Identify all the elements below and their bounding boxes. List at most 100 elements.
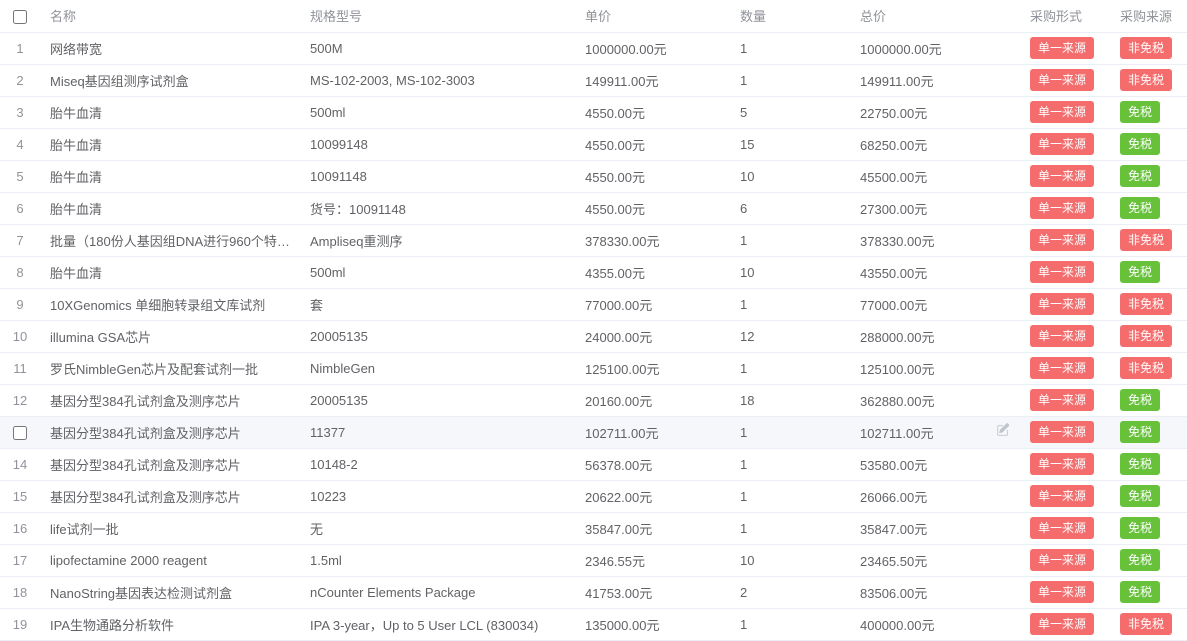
cell-source: 免税	[1110, 96, 1187, 128]
tag-procurement-form[interactable]: 单一来源	[1030, 165, 1094, 187]
row-index: 14	[0, 448, 40, 480]
tag-procurement-form[interactable]: 单一来源	[1030, 613, 1094, 635]
tag-procurement-source[interactable]: 非免税	[1120, 357, 1172, 379]
table-row[interactable]: 19IPA生物通路分析软件IPA 3-year，Up to 5 User LCL…	[0, 608, 1187, 640]
cell-form: 单一来源	[1020, 608, 1110, 640]
table-row[interactable]: 4胎牛血清100991484550.00元1568250.00元单一来源免税	[0, 128, 1187, 160]
tag-procurement-source[interactable]: 非免税	[1120, 69, 1172, 91]
col-header-form[interactable]: 采购形式	[1020, 0, 1110, 32]
cell-form: 单一来源	[1020, 576, 1110, 608]
tag-procurement-source[interactable]: 免税	[1120, 453, 1160, 475]
table-row[interactable]: 2Miseq基因组测序试剂盒MS-102-2003, MS-102-300314…	[0, 64, 1187, 96]
cell-qty: 10	[730, 256, 850, 288]
row-select[interactable]	[0, 416, 40, 448]
table-row[interactable]: 17lipofectamine 2000 reagent1.5ml2346.55…	[0, 544, 1187, 576]
col-header-source[interactable]: 采购来源	[1110, 0, 1187, 32]
tag-procurement-form[interactable]: 单一来源	[1030, 485, 1094, 507]
cell-price: 20160.00元	[575, 384, 730, 416]
table-row[interactable]: 16life试剂一批无35847.00元135847.00元单一来源免税	[0, 512, 1187, 544]
tag-procurement-source[interactable]: 非免税	[1120, 325, 1172, 347]
tag-procurement-form[interactable]: 单一来源	[1030, 453, 1094, 475]
tag-procurement-form[interactable]: 单一来源	[1030, 229, 1094, 251]
table-row[interactable]: 3胎牛血清500ml4550.00元522750.00元单一来源免税	[0, 96, 1187, 128]
select-all-checkbox[interactable]	[13, 10, 27, 24]
tag-procurement-source[interactable]: 免税	[1120, 421, 1160, 443]
tag-procurement-source[interactable]: 免税	[1120, 517, 1160, 539]
tag-procurement-form[interactable]: 单一来源	[1030, 293, 1094, 315]
tag-procurement-source[interactable]: 非免税	[1120, 37, 1172, 59]
tag-procurement-source[interactable]: 免税	[1120, 549, 1160, 571]
tag-procurement-form[interactable]: 单一来源	[1030, 197, 1094, 219]
tag-procurement-source[interactable]: 免税	[1120, 197, 1160, 219]
tag-procurement-form[interactable]: 单一来源	[1030, 421, 1094, 443]
cell-form: 单一来源	[1020, 96, 1110, 128]
tag-procurement-form[interactable]: 单一来源	[1030, 133, 1094, 155]
tag-procurement-source[interactable]: 免税	[1120, 485, 1160, 507]
tag-procurement-source[interactable]: 免税	[1120, 133, 1160, 155]
table-row[interactable]: 18NanoString基因表达检测试剂盒nCounter Elements P…	[0, 576, 1187, 608]
row-index: 11	[0, 352, 40, 384]
tag-procurement-form[interactable]: 单一来源	[1030, 325, 1094, 347]
tag-procurement-form[interactable]: 单一来源	[1030, 389, 1094, 411]
tag-procurement-source[interactable]: 免税	[1120, 261, 1160, 283]
table-row[interactable]: 5胎牛血清100911484550.00元1045500.00元单一来源免税	[0, 160, 1187, 192]
tag-procurement-source[interactable]: 免税	[1120, 389, 1160, 411]
table-row[interactable]: 6胎牛血清货号：100911484550.00元627300.00元单一来源免税	[0, 192, 1187, 224]
cell-spec: 无	[300, 512, 575, 544]
cell-total: 35847.00元	[850, 512, 1020, 544]
cell-name: life试剂一批	[40, 512, 300, 544]
cell-spec: 10148-2	[300, 448, 575, 480]
col-header-spec[interactable]: 规格型号	[300, 0, 575, 32]
table-row[interactable]: 基因分型384孔试剂盒及测序芯片11377102711.00元1102711.0…	[0, 416, 1187, 448]
col-header-price[interactable]: 单价	[575, 0, 730, 32]
cell-form: 单一来源	[1020, 480, 1110, 512]
cell-name: Miseq基因组测序试剂盒	[40, 64, 300, 96]
cell-name: 胎牛血清	[40, 256, 300, 288]
tag-procurement-form[interactable]: 单一来源	[1030, 357, 1094, 379]
row-checkbox[interactable]	[13, 426, 27, 440]
tag-procurement-form[interactable]: 单一来源	[1030, 581, 1094, 603]
tag-procurement-form[interactable]: 单一来源	[1030, 549, 1094, 571]
cell-spec: 10099148	[300, 128, 575, 160]
table-row[interactable]: 1网络带宽500M1000000.00元11000000.00元单一来源非免税	[0, 32, 1187, 64]
tag-procurement-source[interactable]: 免税	[1120, 165, 1160, 187]
cell-price: 125100.00元	[575, 352, 730, 384]
table-row[interactable]: 910XGenomics 单细胞转录组文库试剂套77000.00元177000.…	[0, 288, 1187, 320]
table-row[interactable]: 8胎牛血清500ml4355.00元1043550.00元单一来源免税	[0, 256, 1187, 288]
tag-procurement-source[interactable]: 免税	[1120, 581, 1160, 603]
tag-procurement-form[interactable]: 单一来源	[1030, 37, 1094, 59]
col-header-name[interactable]: 名称	[40, 0, 300, 32]
tag-procurement-form[interactable]: 单一来源	[1030, 517, 1094, 539]
cell-qty: 5	[730, 96, 850, 128]
select-all-header[interactable]	[0, 0, 40, 32]
cell-source: 非免税	[1110, 32, 1187, 64]
edit-icon[interactable]	[996, 423, 1010, 438]
col-header-total[interactable]: 总价	[850, 0, 1020, 32]
cell-name: 10XGenomics 单细胞转录组文库试剂	[40, 288, 300, 320]
cell-source: 非免税	[1110, 64, 1187, 96]
table-row[interactable]: 10illumina GSA芯片2000513524000.00元1228800…	[0, 320, 1187, 352]
table-row[interactable]: 15基因分型384孔试剂盒及测序芯片1022320622.00元126066.0…	[0, 480, 1187, 512]
tag-procurement-source[interactable]: 免税	[1120, 101, 1160, 123]
tag-procurement-source[interactable]: 非免税	[1120, 613, 1172, 635]
cell-spec: 500ml	[300, 96, 575, 128]
cell-total: 362880.00元	[850, 384, 1020, 416]
table-row[interactable]: 11罗氏NimbleGen芯片及配套试剂一批NimbleGen125100.00…	[0, 352, 1187, 384]
tag-procurement-form[interactable]: 单一来源	[1030, 101, 1094, 123]
tag-procurement-source[interactable]: 非免税	[1120, 293, 1172, 315]
cell-qty: 1	[730, 480, 850, 512]
cell-name: 胎牛血清	[40, 96, 300, 128]
tag-procurement-form[interactable]: 单一来源	[1030, 261, 1094, 283]
row-index: 4	[0, 128, 40, 160]
cell-qty: 1	[730, 416, 850, 448]
table-row[interactable]: 7批量（180份人基因组DNA进行960个特定...Ampliseq重测序378…	[0, 224, 1187, 256]
table-row[interactable]: 12基因分型384孔试剂盒及测序芯片2000513520160.00元18362…	[0, 384, 1187, 416]
cell-qty: 2	[730, 576, 850, 608]
tag-procurement-source[interactable]: 非免税	[1120, 229, 1172, 251]
row-index: 15	[0, 480, 40, 512]
table-row[interactable]: 14基因分型384孔试剂盒及测序芯片10148-256378.00元153580…	[0, 448, 1187, 480]
col-header-qty[interactable]: 数量	[730, 0, 850, 32]
tag-procurement-form[interactable]: 单一来源	[1030, 69, 1094, 91]
cell-form: 单一来源	[1020, 128, 1110, 160]
cell-total: 22750.00元	[850, 96, 1020, 128]
